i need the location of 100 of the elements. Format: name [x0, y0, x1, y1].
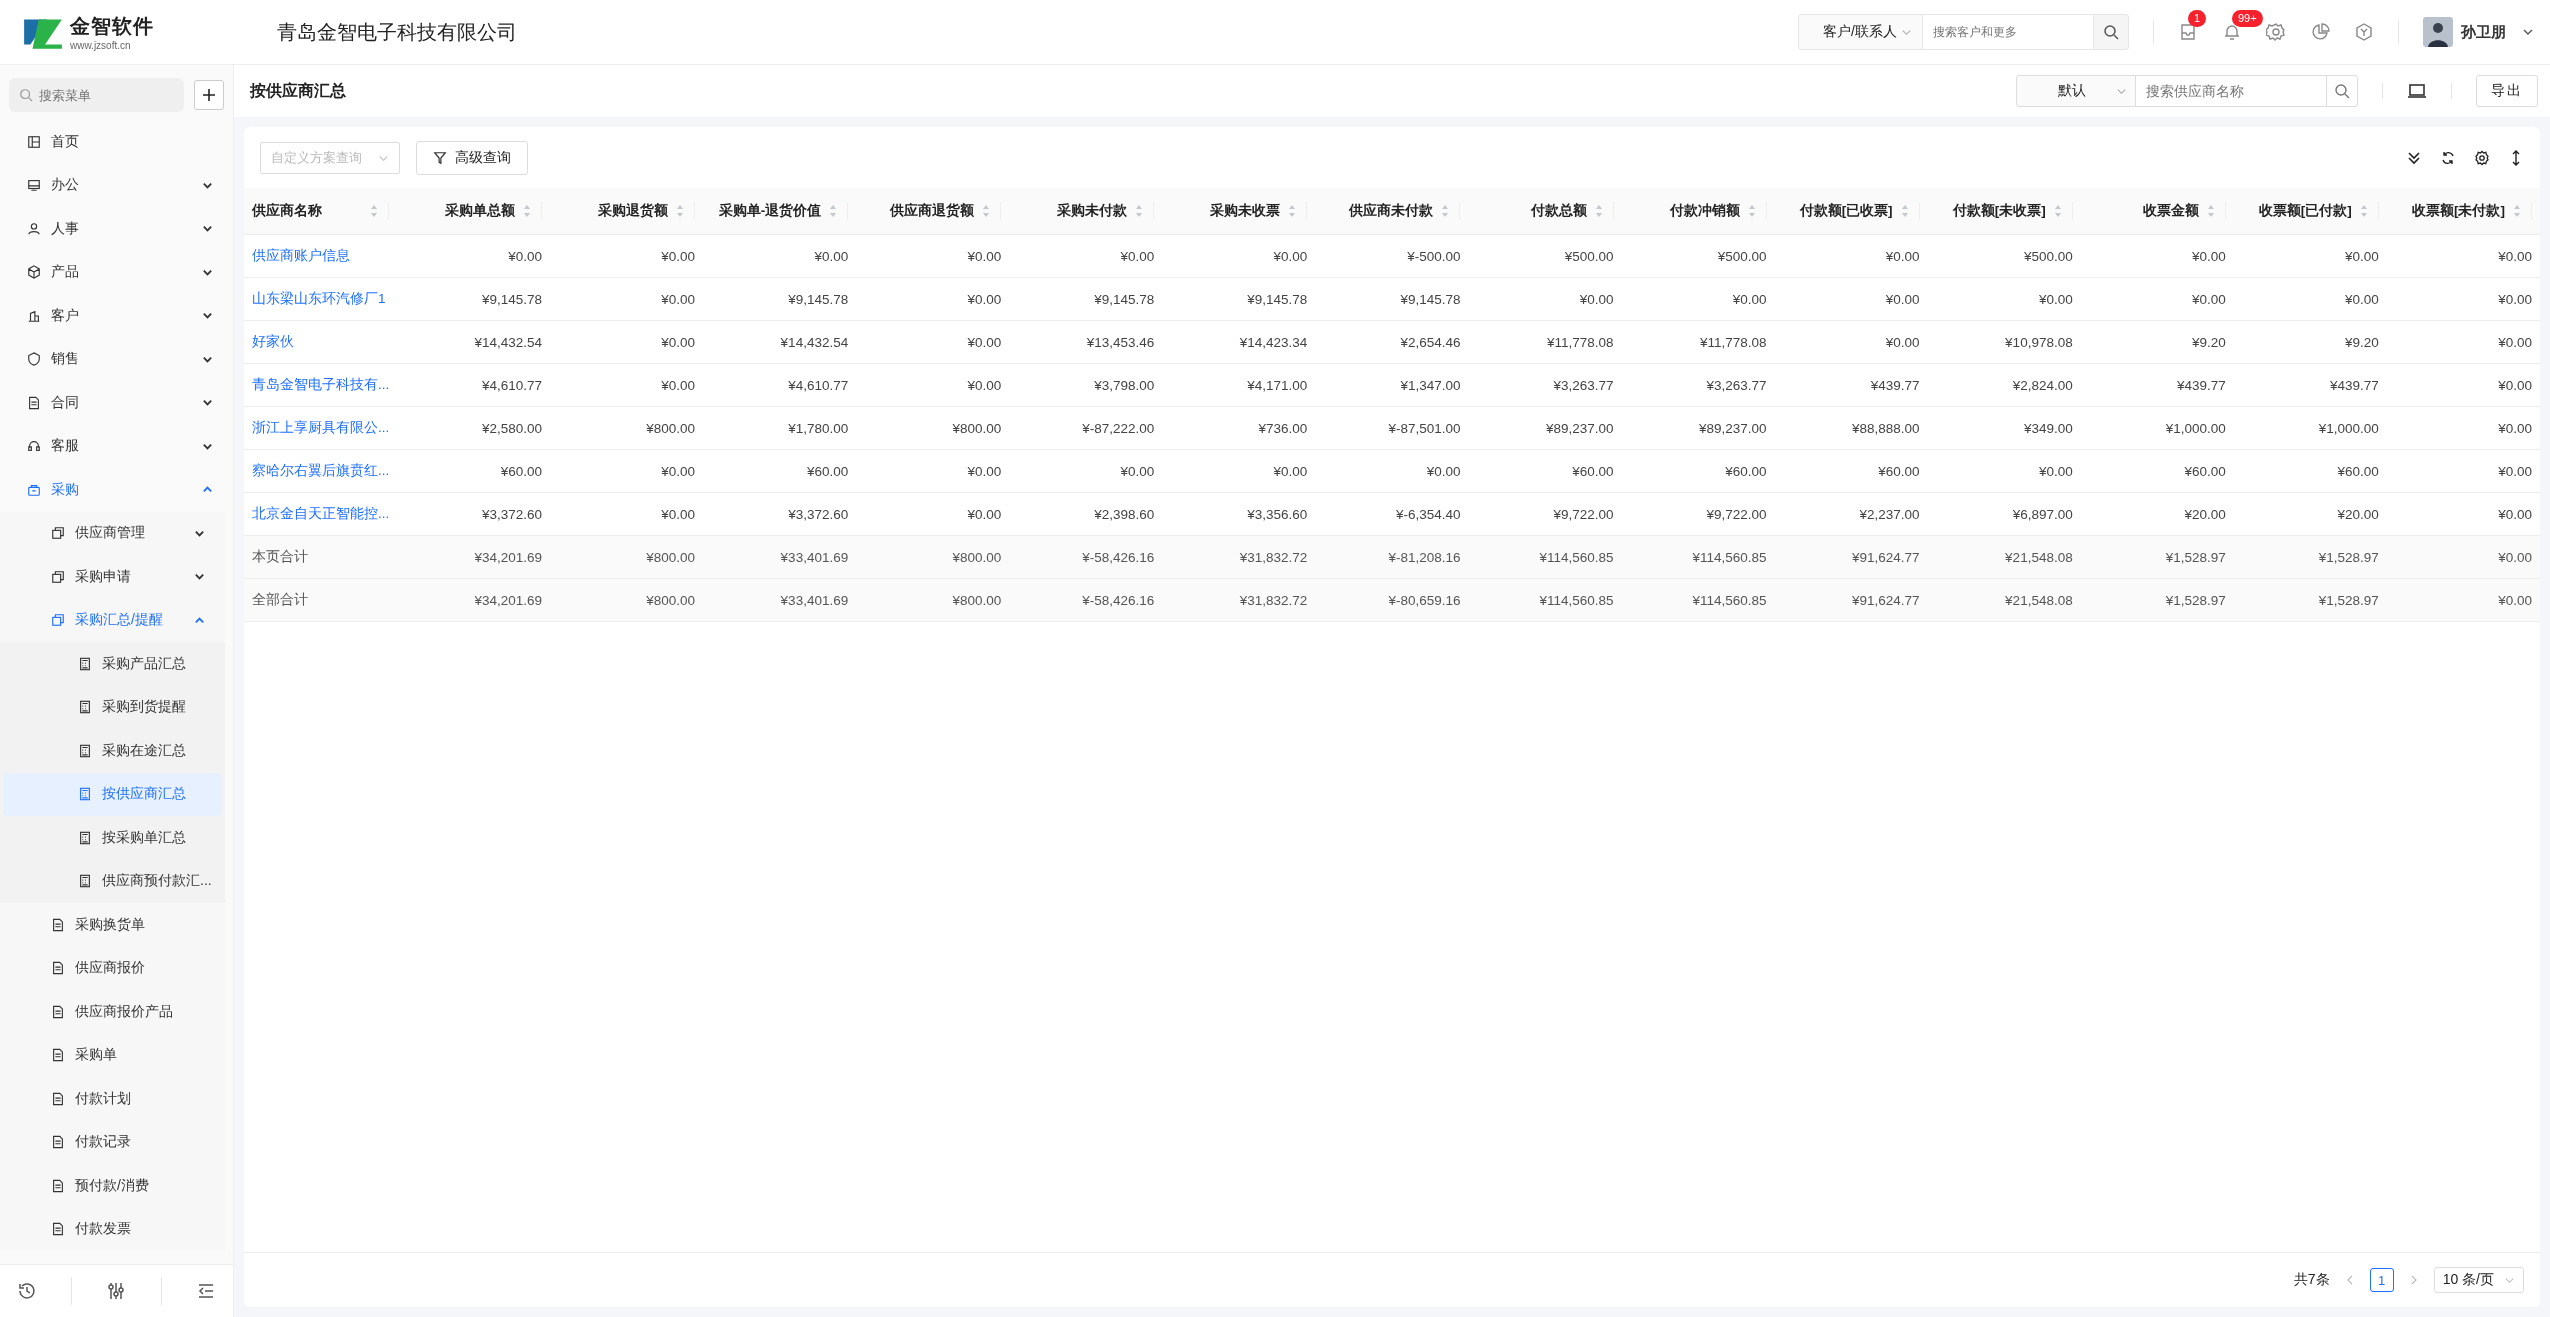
avatar[interactable]	[2423, 17, 2453, 47]
column-header: 收票金额	[2142, 201, 2199, 220]
chevron-down-icon	[202, 310, 213, 322]
menu-item[interactable]: 办公	[0, 163, 233, 207]
scope-select[interactable]: 客户/联系人	[1798, 14, 1923, 50]
supplier-link[interactable]: 好家伙	[252, 334, 294, 349]
menu-item[interactable]: 供应商预付款汇...	[3, 859, 222, 903]
menu-item[interactable]: 按采购单汇总	[3, 816, 222, 860]
menu-item[interactable]: 采购申请	[0, 555, 225, 599]
column-header: 付款总额	[1530, 201, 1587, 220]
refresh-icon[interactable]	[2440, 150, 2456, 166]
table-cell: ¥114,560.85	[1539, 592, 1614, 608]
menu-item[interactable]: 供应商报价	[0, 946, 225, 990]
menu-item[interactable]: 采购单	[0, 1033, 225, 1077]
search-button[interactable]	[2093, 14, 2129, 50]
page-button[interactable]: 1	[2369, 1268, 2394, 1292]
menu-item[interactable]: 预付款/消费	[0, 1164, 225, 1208]
table-cell: ¥1,347.00	[1400, 377, 1461, 393]
menu-item[interactable]: 产品	[0, 250, 233, 294]
double-chevron-icon[interactable]	[2406, 150, 2422, 166]
table-cell: ¥14,432.54	[780, 334, 849, 350]
settings-icon[interactable]	[2474, 150, 2490, 166]
history-icon[interactable]	[17, 1281, 38, 1301]
table-cell: ¥0.00	[661, 334, 696, 350]
export-button[interactable]: 导出	[2476, 75, 2538, 107]
menu-item[interactable]: 人事	[0, 207, 233, 251]
menu-item[interactable]: 客户	[0, 294, 233, 338]
column-header: 采购未付款	[1057, 201, 1128, 220]
menu-item[interactable]: 采购产品汇总	[3, 642, 222, 686]
calculator-icon	[78, 743, 92, 758]
table-cell: ¥-58,426.16	[1082, 549, 1155, 565]
document-icon	[51, 917, 65, 932]
pie-chart-icon[interactable]	[2310, 22, 2330, 42]
table-cell: ¥0.00	[661, 463, 696, 479]
table-cell: ¥89,237.00	[1699, 420, 1767, 436]
logo-url: www.jzsoft.cn	[70, 40, 132, 51]
menu-item[interactable]: 客服	[0, 424, 233, 468]
column-header: 采购未收票	[1210, 201, 1281, 220]
table-cell: ¥0.00	[2498, 377, 2532, 393]
table-cell: ¥3,263.77	[1706, 377, 1767, 393]
table-cell: ¥349.00	[2023, 420, 2073, 436]
sliders-icon[interactable]	[106, 1281, 127, 1301]
supplier-link[interactable]: 北京金自天正智能控...	[252, 506, 390, 521]
table-cell: ¥1,780.00	[788, 420, 849, 436]
hexagon-icon[interactable]	[2354, 22, 2374, 42]
table-cell: ¥1,000.00	[2318, 420, 2379, 436]
menu-item[interactable]: 付款计划	[0, 1077, 225, 1121]
menu-item[interactable]: 采购换货单	[0, 903, 225, 947]
supplier-link[interactable]: 供应商账户信息	[252, 248, 350, 263]
menu-item[interactable]: 销售	[0, 337, 233, 381]
inbox-icon[interactable]	[2178, 22, 2198, 42]
supplier-link[interactable]: 察哈尔右翼后旗贲红...	[252, 463, 390, 478]
menu-item[interactable]: 采购在途汇总	[3, 729, 222, 773]
search-field[interactable]: 搜索客户和更多	[1923, 14, 2093, 50]
column-header: 收票额[已付款]	[2258, 201, 2352, 220]
menu-search-field[interactable]: 搜索菜单	[9, 78, 184, 112]
supplier-link[interactable]: 山东梁山东环汽修厂1	[252, 291, 386, 306]
table-cell: ¥11,778.08	[1546, 334, 1614, 350]
table-cell: ¥0.00	[508, 248, 543, 264]
add-button[interactable]	[194, 80, 224, 110]
table-cell: ¥33,401.69	[780, 592, 849, 608]
table-cell: ¥9,722.00	[1553, 506, 1614, 522]
menu-item[interactable]: 付款发票	[0, 1207, 225, 1251]
menu-item[interactable]: 供应商报价产品	[0, 990, 225, 1034]
advanced-search-button[interactable]: 高级查询	[416, 141, 528, 175]
menu-item[interactable]: 采购	[0, 468, 233, 512]
menu-item[interactable]: 首页	[0, 120, 233, 164]
menu-item[interactable]: 付款记录	[0, 1120, 225, 1164]
supplier-link[interactable]: 青岛金智电子科技有...	[252, 377, 390, 392]
table-cell: ¥1,528.97	[2165, 549, 2226, 565]
table-cell: ¥1,000.00	[2165, 420, 2226, 436]
table-cell: ¥114,560.85	[1692, 549, 1767, 565]
table-cell: ¥34,201.69	[474, 549, 543, 565]
table-cell: ¥14,423.34	[1239, 334, 1308, 350]
menu-item[interactable]: 采购汇总/提醒	[0, 598, 225, 642]
monitor-icon[interactable]	[2407, 81, 2427, 101]
bell-icon[interactable]	[2222, 22, 2242, 42]
menu-search-input[interactable]: 搜索菜单	[37, 86, 161, 104]
table-cell: ¥114,560.85	[1539, 549, 1614, 565]
search-icon	[2334, 83, 2350, 99]
menu-item[interactable]: 合同	[0, 381, 233, 425]
menu-item[interactable]: 供应商管理	[0, 511, 225, 555]
table-cell: ¥60.00	[1725, 463, 1767, 479]
table-cell: ¥2,824.00	[2012, 377, 2073, 393]
table-cell: ¥2,654.46	[1400, 334, 1461, 350]
shield-icon	[27, 352, 41, 367]
search-button[interactable]	[2326, 75, 2358, 107]
table-cell: ¥60.00	[500, 463, 543, 479]
supplier-link[interactable]: 浙江上享厨具有限公...	[252, 420, 390, 435]
supplier-search-field[interactable]: 搜索供应商名称	[2136, 75, 2326, 107]
view-select[interactable]: 默认	[2016, 75, 2136, 107]
menu-item[interactable]: 按供应商汇总	[3, 772, 222, 816]
page-size-select[interactable]: 10 条/页	[2433, 1267, 2524, 1293]
table-cell: ¥31,832.72	[1239, 549, 1308, 565]
table-cell: ¥14,432.54	[474, 334, 543, 350]
table-cell: ¥2,237.00	[1859, 506, 1920, 522]
user-name[interactable]: 孙卫朋	[2461, 22, 2506, 42]
table-cell: ¥0.00	[2498, 506, 2532, 522]
table-cell: ¥0.00	[1120, 463, 1155, 479]
menu-item[interactable]: 采购到货提醒	[3, 685, 222, 729]
